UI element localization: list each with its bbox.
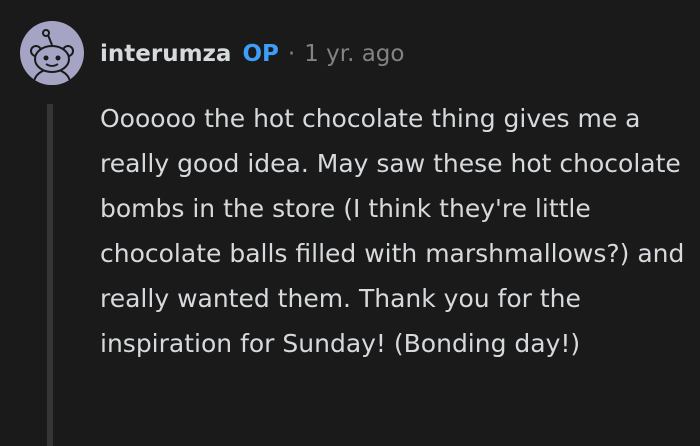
thread-collapse-line[interactable] [47,104,53,446]
user-avatar[interactable] [20,21,84,85]
comment: interumza OP · 1 yr. ago Oooooo the hot … [0,0,700,446]
username-link[interactable]: interumza [100,36,231,72]
separator-dot: · [287,41,296,67]
comment-header: interumza OP · 1 yr. ago [100,36,404,72]
comment-body: Oooooo the hot chocolate thing gives me … [100,104,685,358]
comment-timestamp[interactable]: 1 yr. ago [304,36,404,72]
snoo-avatar-icon [30,29,74,85]
op-badge: OP [242,41,279,67]
